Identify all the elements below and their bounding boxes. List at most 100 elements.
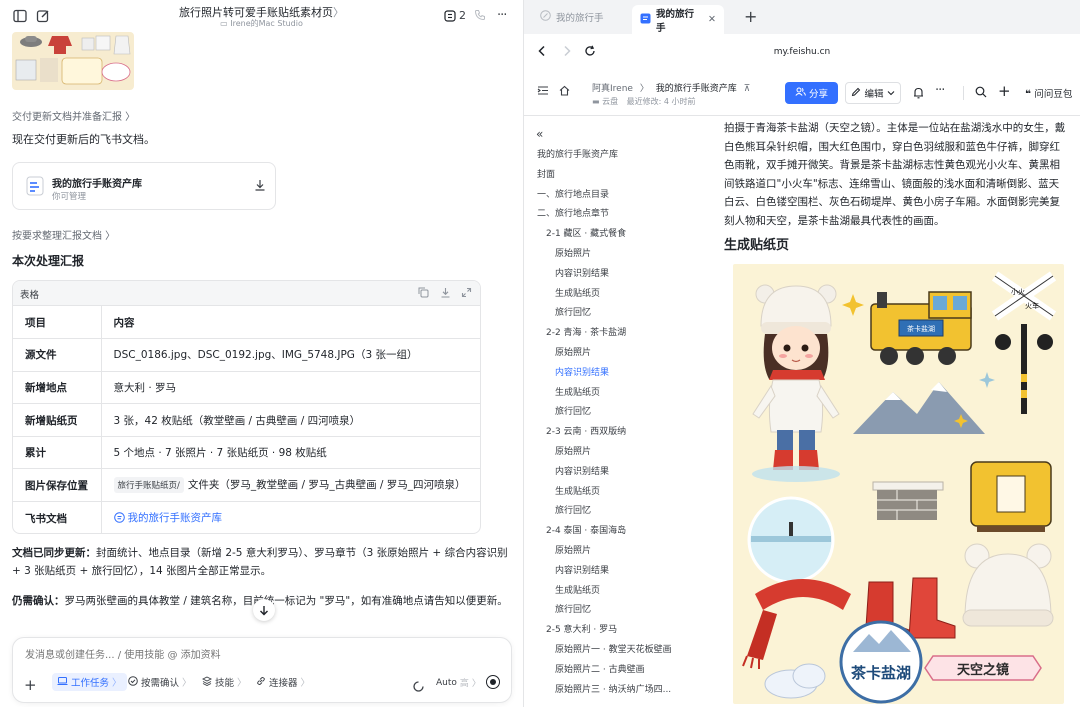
browser-tab-1[interactable]: 我的旅行手 <box>532 5 642 29</box>
girl-sticker <box>752 284 840 482</box>
outline-item[interactable]: 原始照片 <box>555 444 591 457</box>
fence-sticker <box>872 481 944 520</box>
message-count-icon[interactable]: 2 <box>444 9 466 22</box>
outline-item[interactable]: 原始照片 <box>555 345 591 358</box>
edit-mode-button[interactable]: 编辑 <box>845 82 901 104</box>
doc-card-subtitle: 你可管理 <box>52 192 87 202</box>
outline-item[interactable]: 2-1 藏区 · 藏式餐食 <box>546 226 626 239</box>
confirm-chevron-icon: 〉 <box>182 678 192 689</box>
expand-icon[interactable] <box>461 287 472 298</box>
feishu-doc-link[interactable]: 我的旅行手账资产库 <box>128 512 223 524</box>
table-row: 累计 5 个地点 · 7 张照片 · 7 张贴纸页 · 98 枚贴纸 <box>13 436 480 470</box>
collapse-outline-icon[interactable]: « <box>536 127 543 141</box>
skills-button[interactable]: 技能〉 <box>201 675 247 689</box>
outline-item[interactable]: 一、旅行地点目录 <box>537 187 609 200</box>
outline-item[interactable]: 封面 <box>537 167 555 180</box>
cloud-sticker <box>764 663 826 699</box>
search-icon[interactable] <box>975 86 987 98</box>
outline-item[interactable]: 2-4 泰国 · 泰国海岛 <box>546 523 626 536</box>
table-download-icon[interactable] <box>440 287 451 298</box>
outline-item[interactable]: 原始照片一 · 教堂天花板壁画 <box>555 642 672 655</box>
outline-item[interactable]: 旅行回忆 <box>555 305 591 318</box>
outline-item[interactable]: 二、旅行地点章节 <box>537 206 609 219</box>
outline-item[interactable]: 2-3 云南 · 西双版纳 <box>546 424 626 437</box>
step-organize-report-link[interactable]: 按要求整理汇报文档 〉 <box>12 227 115 242</box>
skills-chevron-icon: 〉 <box>237 678 247 689</box>
scroll-down-button[interactable] <box>253 599 275 621</box>
share-button[interactable]: 分享 <box>785 82 838 104</box>
confirm-mode-button[interactable]: 按需确认〉 <box>128 675 192 689</box>
sticker-page-image[interactable]: 茶卡盐湖 小火 火车 茶卡盐湖 天空之镜 <box>733 264 1064 704</box>
outline-item[interactable]: 生成贴纸页 <box>555 286 600 299</box>
message-input[interactable] <box>25 647 495 663</box>
doc-more-icon[interactable]: ··· <box>935 83 945 98</box>
outline-item[interactable]: 原始照片二 · 古典壁画 <box>555 662 645 675</box>
add-icon[interactable]: + <box>998 82 1011 100</box>
table-cell-value: 3 张，42 枚贴纸（教堂壁画 / 古典壁画 / 四河喷泉） <box>101 403 480 437</box>
outline-item[interactable]: 我的旅行手账资产库 <box>537 147 618 160</box>
salt-lake-sticker <box>747 496 835 584</box>
edit-label: 编辑 <box>864 89 884 100</box>
chat-header: 旅行照片转可爱手账贴纸素材页〉 ▭ Irene的Mac Studio 2 ··· <box>0 0 523 32</box>
breadcrumb: 阿真Irene 〉 我的旅行手账资产库 ⊼ <box>592 81 750 94</box>
more-icon[interactable]: ··· <box>497 8 507 23</box>
step-deliver-doc-link[interactable]: 交付更新文档并准备汇报 〉 <box>12 108 135 123</box>
home-icon[interactable] <box>559 85 570 96</box>
pin-icon[interactable]: ⊼ <box>744 84 751 94</box>
outline-item[interactable]: 生成贴纸页 <box>555 385 600 398</box>
stop-button[interactable] <box>486 675 500 689</box>
new-tab-icon[interactable]: + <box>744 7 757 26</box>
auto-mode-button[interactable]: Auto 高〉 <box>436 676 481 690</box>
outline-item[interactable]: 生成贴纸页 <box>555 583 600 596</box>
outline-item[interactable]: 内容识别结果 <box>555 365 609 378</box>
table-cell-value: 内容 <box>101 306 480 340</box>
folder-description: 文件夹（罗马_教堂壁画 / 罗马_古典壁画 / 罗马_四河喷泉） <box>187 479 466 492</box>
red-scarf-sticker <box>742 579 851 669</box>
doc-location[interactable]: 云盘 <box>602 97 618 106</box>
doc-content: 拍摄于青海茶卡盐湖（天空之镜）。主体是一位站在盐湖浅水中的女生，戴白色熊耳朵针织… <box>724 116 1080 707</box>
outline-item[interactable]: 旅行回忆 <box>555 503 591 516</box>
folder-path-chip: 旅行手账贴纸页/ <box>113 477 184 494</box>
outline-item[interactable]: 原始照片 <box>555 246 591 259</box>
doc-header: 阿真Irene 〉 我的旅行手账资产库 ⊼ ▬ 云盘 最近修改: 4 小时前 分… <box>524 72 1080 116</box>
breadcrumb-owner[interactable]: 阿真Irene <box>592 84 633 94</box>
outline-item[interactable]: 2-5 意大利 · 罗马 <box>546 622 617 635</box>
outline-toggle-icon[interactable] <box>537 85 549 96</box>
url-bar[interactable]: my.feishu.cn <box>524 47 1080 57</box>
outline-item[interactable]: 内容识别结果 <box>555 464 609 477</box>
table-cell-key: 源文件 <box>13 338 102 372</box>
outline-item[interactable]: 内容识别结果 <box>555 266 609 279</box>
outline-item[interactable]: 内容识别结果 <box>555 563 609 576</box>
outline-item[interactable]: 旅行回忆 <box>555 602 591 615</box>
work-task-label: 工作任务 <box>71 678 110 689</box>
outline-item[interactable]: 旅行回忆 <box>555 404 591 417</box>
bell-icon[interactable] <box>913 87 924 99</box>
work-task-button[interactable]: 工作任务〉 <box>52 673 127 691</box>
outline-item[interactable]: 原始照片三 · 纳沃纳广场四... <box>555 682 671 695</box>
browser-tab-bar: 我的旅行手 我的旅行手 ✕ + <box>524 0 1080 34</box>
ask-doubao-button[interactable]: ❝ 问问豆包 <box>1025 86 1072 100</box>
phone-icon[interactable] <box>474 9 486 21</box>
download-icon[interactable] <box>254 179 266 191</box>
confirm-text: 罗马两张壁画的具体教堂 / 建筑名称，目前统一标记为 "罗马"，如有准确地点请告… <box>64 595 508 607</box>
add-icon[interactable]: + <box>24 676 37 694</box>
recognition-paragraph: 拍摄于青海茶卡盐湖（天空之镜）。主体是一位站在盐湖浅水中的女生，戴白色熊耳朵针织… <box>724 122 1066 227</box>
connector-chevron-icon: 〉 <box>300 678 311 689</box>
outline-item[interactable]: 2-2 青海 · 茶卡盐湖 <box>546 325 626 338</box>
copy-icon[interactable] <box>418 287 429 298</box>
breadcrumb-doc[interactable]: 我的旅行手账资产库 <box>656 84 737 94</box>
link-icon <box>256 676 266 689</box>
table-cell-key: 项目 <box>13 306 102 340</box>
table-cell-key: 图片保存位置 <box>13 468 102 503</box>
doc-link-icon <box>113 512 125 526</box>
doc-outline: « 我的旅行手账资产库 封面一、旅行地点目录 二、旅行地点章节 2-1 藏区 · 藏式… <box>524 120 714 707</box>
outline-item[interactable]: 生成贴纸页 <box>555 484 600 497</box>
sticker-thumbnail-image[interactable] <box>12 32 134 90</box>
sparkle-icon <box>842 294 864 316</box>
connector-button[interactable]: 连接器〉 <box>256 675 310 689</box>
close-tab-icon[interactable]: ✕ <box>708 14 716 25</box>
tab-1-label: 我的旅行手 <box>556 13 604 24</box>
browser-tab-2-active[interactable]: 我的旅行手 ✕ <box>632 5 724 34</box>
doc-card[interactable]: 我的旅行手账资产库 你可管理 <box>12 162 276 210</box>
outline-item[interactable]: 原始照片 <box>555 543 591 556</box>
